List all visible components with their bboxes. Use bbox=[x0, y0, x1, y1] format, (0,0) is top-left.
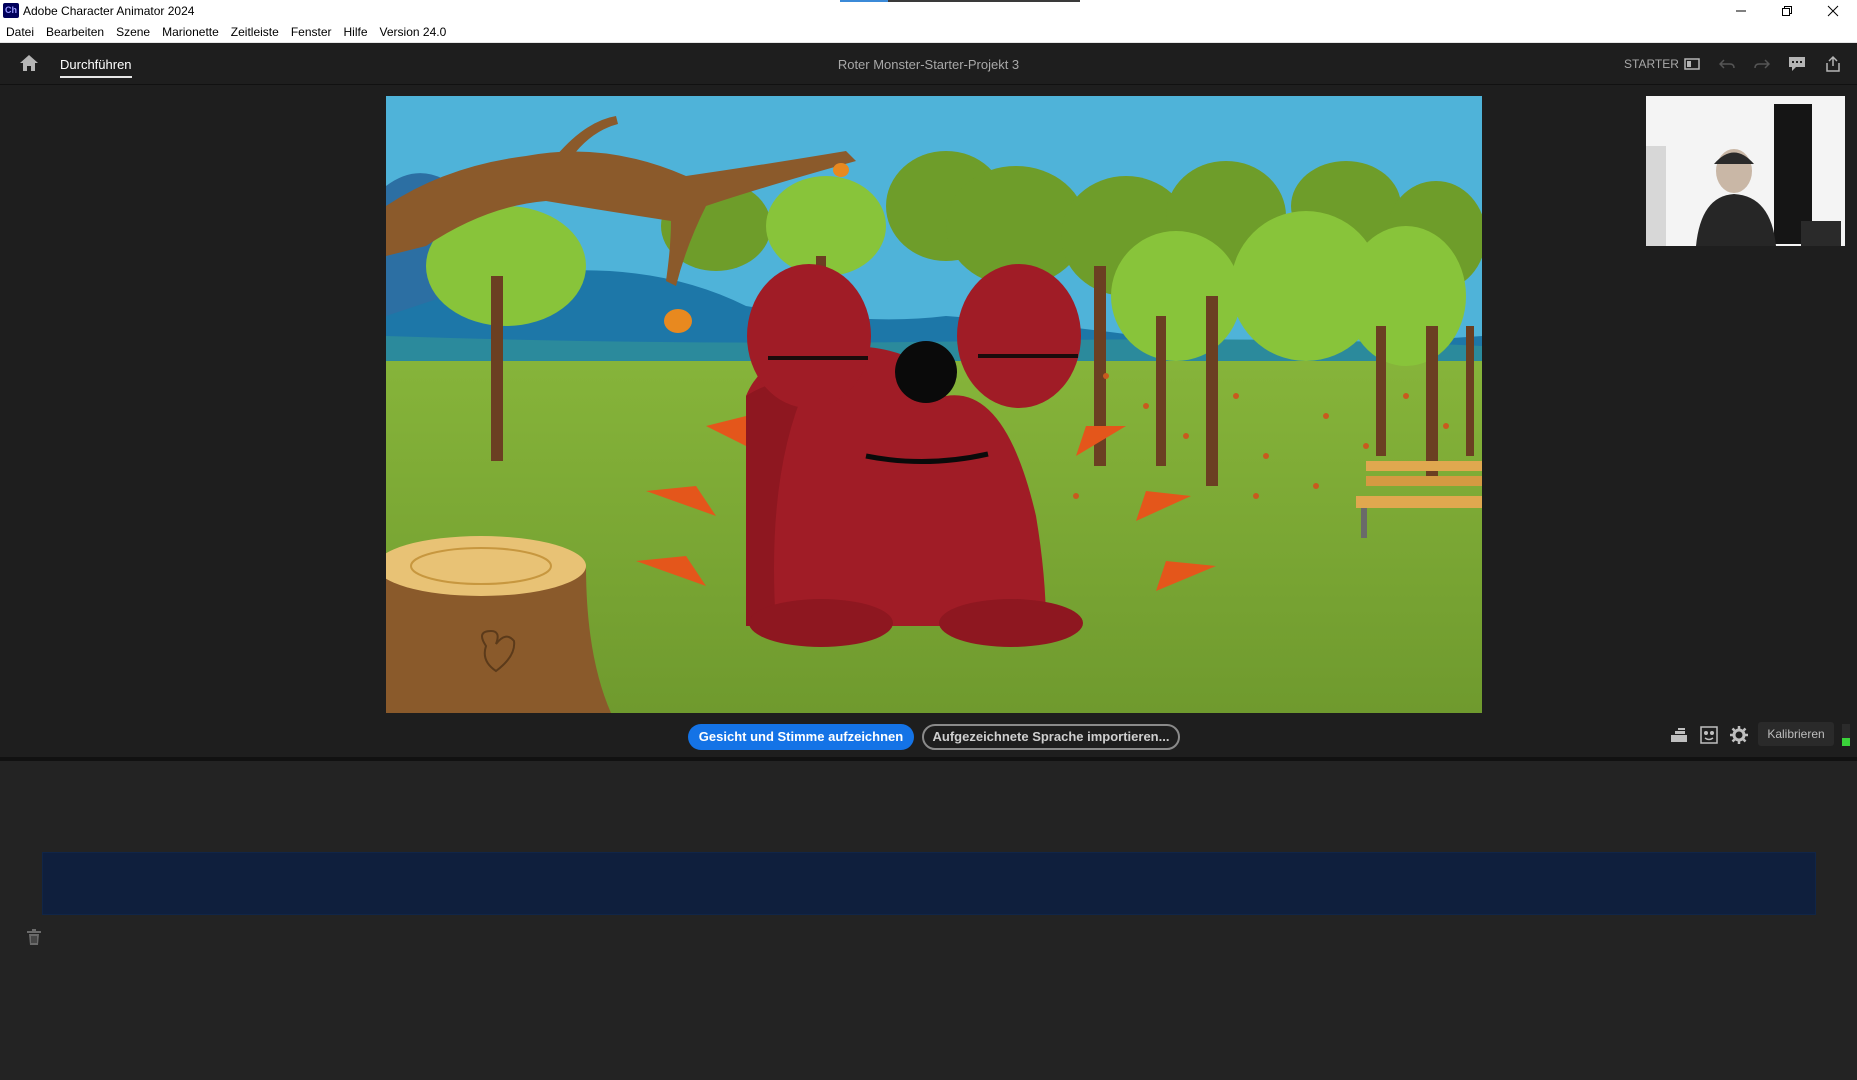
mic-level-fill bbox=[1842, 738, 1850, 746]
minimize-icon bbox=[1736, 10, 1746, 12]
window-title: Adobe Character Animator 2024 bbox=[23, 4, 195, 18]
feedback-icon bbox=[1789, 57, 1805, 71]
menu-bearbeiten[interactable]: Bearbeiten bbox=[46, 25, 104, 39]
share-icon bbox=[1826, 55, 1840, 72]
minimize-button[interactable] bbox=[1718, 0, 1764, 22]
title-progress-bar bbox=[840, 0, 1080, 2]
delete-take-button[interactable] bbox=[26, 928, 42, 946]
feedback-button[interactable] bbox=[1786, 53, 1808, 75]
record-face-voice-button[interactable]: Gesicht und Stimme aufzeichnen bbox=[688, 724, 914, 750]
title-progress-fill bbox=[840, 0, 888, 2]
workspace-header: Durchführen Roter Monster-Starter-Projek… bbox=[0, 43, 1857, 85]
project-name: Roter Monster-Starter-Projekt 3 bbox=[837, 57, 1020, 72]
calibrate-button[interactable]: Kalibrieren bbox=[1758, 722, 1834, 746]
tree-stump bbox=[386, 536, 611, 713]
mic-level-meter bbox=[1842, 724, 1850, 746]
title-bar: Ch Adobe Character Animator 2024 bbox=[0, 0, 1857, 22]
menu-bar: Datei Bearbeiten Szene Marionette Zeitle… bbox=[0, 22, 1857, 43]
gear-icon bbox=[1730, 726, 1748, 744]
trash-icon bbox=[27, 929, 41, 945]
mask-icon bbox=[1700, 726, 1718, 744]
mask-button[interactable] bbox=[1698, 724, 1720, 746]
scene-stage[interactable] bbox=[386, 96, 1482, 713]
scene-illustration bbox=[386, 96, 1482, 713]
restore-icon bbox=[1782, 6, 1792, 16]
webcam-image bbox=[1646, 96, 1845, 246]
app-icon: Ch bbox=[3, 3, 19, 18]
webcam-preview bbox=[1646, 96, 1845, 246]
layout-button[interactable] bbox=[1681, 53, 1703, 75]
workspace-label[interactable]: STARTER bbox=[1624, 57, 1679, 71]
redo-icon bbox=[1754, 59, 1770, 69]
undo-button[interactable] bbox=[1716, 53, 1738, 75]
undo-icon bbox=[1719, 59, 1735, 69]
menu-szene[interactable]: Szene bbox=[116, 25, 150, 39]
close-button[interactable] bbox=[1810, 0, 1856, 22]
menu-marionette[interactable]: Marionette bbox=[162, 25, 219, 39]
layout-icon bbox=[1684, 58, 1700, 70]
menu-hilfe[interactable]: Hilfe bbox=[344, 25, 368, 39]
restore-button[interactable] bbox=[1764, 0, 1810, 22]
import-recorded-audio-button[interactable]: Aufgezeichnete Sprache importieren... bbox=[922, 724, 1180, 750]
menu-fenster[interactable]: Fenster bbox=[291, 25, 332, 39]
stack-icon bbox=[1671, 728, 1687, 742]
settings-button[interactable] bbox=[1728, 724, 1750, 746]
close-icon bbox=[1827, 5, 1839, 17]
redo-button[interactable] bbox=[1751, 53, 1773, 75]
menu-zeitleiste[interactable]: Zeitleiste bbox=[231, 25, 279, 39]
menu-datei[interactable]: Datei bbox=[6, 25, 34, 39]
take-bar[interactable] bbox=[42, 852, 1816, 915]
share-button[interactable] bbox=[1822, 53, 1844, 75]
menu-version[interactable]: Version 24.0 bbox=[380, 25, 447, 39]
stack-button[interactable] bbox=[1668, 724, 1690, 746]
takes-panel bbox=[0, 761, 1857, 1080]
